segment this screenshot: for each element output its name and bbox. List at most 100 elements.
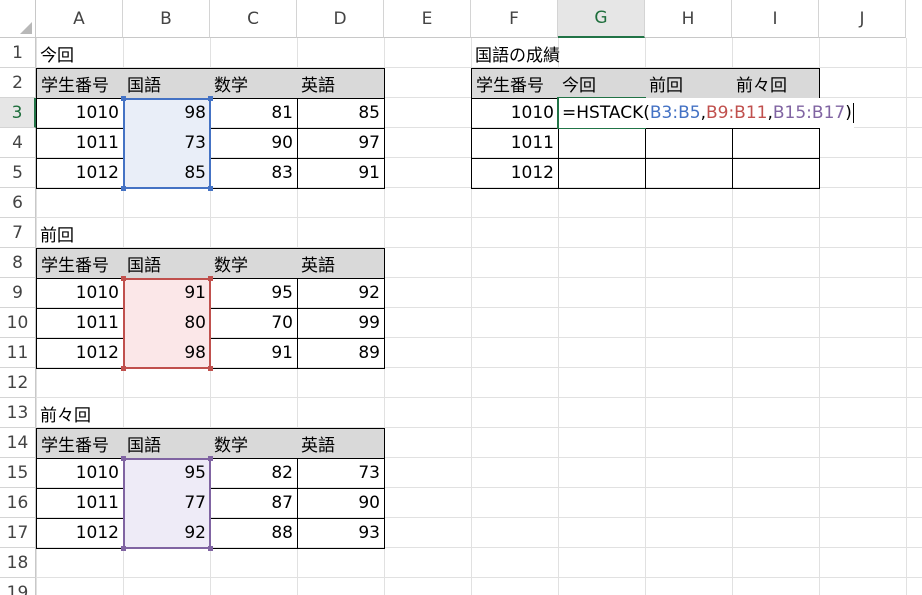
previous-scores-cell[interactable]: 1012 <box>36 338 124 369</box>
range-handle[interactable] <box>208 546 213 551</box>
current-scores-cell[interactable]: 1010 <box>36 98 124 129</box>
summary-cell[interactable] <box>558 158 646 189</box>
range-handle[interactable] <box>121 96 126 101</box>
before-previous-scores-header-cell[interactable]: 数学 <box>210 428 298 459</box>
current-scores-cell[interactable]: 90 <box>210 128 298 159</box>
before-previous-scores-header-cell[interactable]: 英語 <box>297 428 385 459</box>
before-previous-scores-cell[interactable]: 77 <box>123 488 211 519</box>
current-scores-cell[interactable]: 91 <box>297 158 385 189</box>
previous-scores-header-cell[interactable]: 国語 <box>123 248 211 279</box>
previous-scores-cell[interactable]: 95 <box>210 278 298 309</box>
current-scores-cell[interactable]: 85 <box>297 98 385 129</box>
formula-edit-cell[interactable]: =HSTACK(B3:B5, B9:B11, B15:B17) <box>559 98 854 128</box>
summary-cell[interactable] <box>645 128 733 159</box>
row-header-6[interactable]: 6 <box>0 188 36 218</box>
before-previous-scores-header-cell[interactable]: 学生番号 <box>36 428 124 459</box>
range-handle[interactable] <box>208 276 213 281</box>
current-scores-title[interactable]: 今回 <box>36 38 74 68</box>
column-header-e[interactable]: E <box>384 0 471 38</box>
column-header-d[interactable]: D <box>297 0 384 38</box>
select-all-corner[interactable] <box>0 0 36 38</box>
column-header-i[interactable]: I <box>732 0 819 38</box>
before-previous-scores-cell[interactable]: 73 <box>297 458 385 489</box>
previous-scores-cell[interactable]: 92 <box>297 278 385 309</box>
column-header-j[interactable]: J <box>819 0 906 38</box>
range-handle[interactable] <box>121 546 126 551</box>
range-handle[interactable] <box>208 456 213 461</box>
current-scores-cell[interactable]: 98 <box>123 98 211 129</box>
column-header-b[interactable]: B <box>123 0 210 38</box>
range-handle[interactable] <box>208 186 213 191</box>
row-header-11[interactable]: 11 <box>0 338 36 368</box>
row-header-10[interactable]: 10 <box>0 308 36 338</box>
previous-scores-header-cell[interactable]: 数学 <box>210 248 298 279</box>
current-scores-cell[interactable]: 1011 <box>36 128 124 159</box>
previous-scores-cell[interactable]: 91 <box>210 338 298 369</box>
before-previous-scores-cell[interactable]: 87 <box>210 488 298 519</box>
row-header-3[interactable]: 3 <box>0 98 36 128</box>
summary-cell[interactable] <box>645 158 733 189</box>
current-scores-cell[interactable]: 1012 <box>36 158 124 189</box>
previous-scores-cell[interactable]: 70 <box>210 308 298 339</box>
row-header-14[interactable]: 14 <box>0 428 36 458</box>
column-header-f[interactable]: F <box>471 0 558 38</box>
range-handle[interactable] <box>208 96 213 101</box>
row-header-2[interactable]: 2 <box>0 68 36 98</box>
previous-scores-cell[interactable]: 99 <box>297 308 385 339</box>
row-header-16[interactable]: 16 <box>0 488 36 518</box>
range-handle[interactable] <box>121 186 126 191</box>
column-header-a[interactable]: A <box>36 0 123 38</box>
summary-cell[interactable] <box>732 128 820 159</box>
summary-header-cell[interactable]: 学生番号 <box>471 68 559 99</box>
current-scores-cell[interactable]: 73 <box>123 128 211 159</box>
previous-scores-cell[interactable]: 1010 <box>36 278 124 309</box>
range-handle[interactable] <box>121 276 126 281</box>
range-handle[interactable] <box>121 366 126 371</box>
range-handle[interactable] <box>121 456 126 461</box>
summary-header-cell[interactable]: 前々回 <box>732 68 820 99</box>
row-header-1[interactable]: 1 <box>0 38 36 68</box>
row-header-7[interactable]: 7 <box>0 218 36 248</box>
row-header-9[interactable]: 9 <box>0 278 36 308</box>
previous-scores-cell[interactable]: 1011 <box>36 308 124 339</box>
row-header-15[interactable]: 15 <box>0 458 36 488</box>
previous-scores-cell[interactable]: 91 <box>123 278 211 309</box>
summary-cell[interactable]: 1011 <box>471 128 559 159</box>
before-previous-scores-cell[interactable]: 92 <box>123 518 211 549</box>
before-previous-scores-cell[interactable]: 93 <box>297 518 385 549</box>
row-header-5[interactable]: 5 <box>0 158 36 188</box>
current-scores-cell[interactable]: 83 <box>210 158 298 189</box>
column-header-g[interactable]: G <box>558 0 645 38</box>
current-scores-cell[interactable]: 81 <box>210 98 298 129</box>
range-handle[interactable] <box>208 366 213 371</box>
summary-cell[interactable] <box>558 128 646 159</box>
current-scores-header-cell[interactable]: 数学 <box>210 68 298 99</box>
before-previous-scores-title[interactable]: 前々回 <box>36 398 91 428</box>
summary-header-cell[interactable]: 前回 <box>645 68 733 99</box>
current-scores-header-cell[interactable]: 英語 <box>297 68 385 99</box>
before-previous-scores-header-cell[interactable]: 国語 <box>123 428 211 459</box>
column-header-c[interactable]: C <box>210 0 297 38</box>
previous-scores-header-cell[interactable]: 学生番号 <box>36 248 124 279</box>
summary-header-cell[interactable]: 今回 <box>558 68 646 99</box>
row-header-18[interactable]: 18 <box>0 548 36 578</box>
spreadsheet-grid[interactable]: A B C D E F G H I J 1 2 3 4 5 6 7 8 9 10 11 12 13 14 15 16 17 18 19 今… <box>0 0 922 595</box>
before-previous-scores-cell[interactable]: 95 <box>123 458 211 489</box>
row-header-12[interactable]: 12 <box>0 368 36 398</box>
row-header-8[interactable]: 8 <box>0 248 36 278</box>
before-previous-scores-cell[interactable]: 1010 <box>36 458 124 489</box>
before-previous-scores-cell[interactable]: 90 <box>297 488 385 519</box>
row-header-4[interactable]: 4 <box>0 128 36 158</box>
previous-scores-cell[interactable]: 80 <box>123 308 211 339</box>
current-scores-cell[interactable]: 85 <box>123 158 211 189</box>
column-header-h[interactable]: H <box>645 0 732 38</box>
previous-scores-title[interactable]: 前回 <box>36 218 74 248</box>
before-previous-scores-cell[interactable]: 1012 <box>36 518 124 549</box>
row-header-17[interactable]: 17 <box>0 518 36 548</box>
row-header-13[interactable]: 13 <box>0 398 36 428</box>
previous-scores-cell[interactable]: 98 <box>123 338 211 369</box>
summary-cell[interactable]: 1012 <box>471 158 559 189</box>
previous-scores-cell[interactable]: 89 <box>297 338 385 369</box>
row-header-19[interactable]: 19 <box>0 578 36 595</box>
before-previous-scores-cell[interactable]: 1011 <box>36 488 124 519</box>
